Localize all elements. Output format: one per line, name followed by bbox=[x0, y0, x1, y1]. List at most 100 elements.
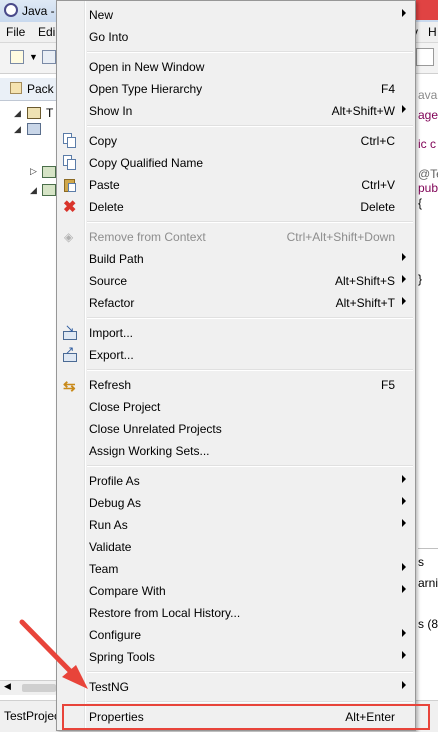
menu-separator bbox=[87, 51, 413, 53]
status-text: TestProjec bbox=[4, 709, 61, 723]
menu-item-label: Close Project bbox=[89, 400, 161, 414]
menu-item-copy-qualified-name[interactable]: Copy Qualified Name bbox=[57, 152, 415, 174]
menu-item-label: Compare With bbox=[89, 584, 166, 598]
menu-item-shortcut: Delete bbox=[360, 200, 395, 214]
expand-triangle-icon[interactable]: ◢ bbox=[14, 124, 21, 135]
code-line: publ bbox=[418, 181, 438, 195]
expand-triangle-icon[interactable]: ◢ bbox=[30, 185, 37, 196]
horizontal-scrollbar[interactable]: ◀ bbox=[0, 680, 60, 695]
menu-item-assign-working-sets[interactable]: Assign Working Sets... bbox=[57, 440, 415, 462]
refresh-icon: ⇆ bbox=[63, 378, 76, 395]
menu-item-label: Close Unrelated Projects bbox=[89, 422, 222, 436]
menu-item-source[interactable]: Source Alt+Shift+S bbox=[57, 270, 415, 292]
menu-item-shortcut: Ctrl+Alt+Shift+Down bbox=[286, 230, 395, 244]
menu-item-label: Build Path bbox=[89, 252, 144, 266]
menu-item-label: Open Type Hierarchy bbox=[89, 82, 203, 96]
menu-item-label: Export... bbox=[89, 348, 134, 362]
menu-item-close-project[interactable]: Close Project bbox=[57, 396, 415, 418]
menu-item-label: Profile As bbox=[89, 474, 140, 488]
scrollbar-thumb[interactable] bbox=[22, 684, 56, 692]
close-window-button[interactable] bbox=[416, 0, 438, 20]
expand-triangle-icon[interactable]: ◢ bbox=[14, 108, 21, 119]
scroll-left-icon[interactable]: ◀ bbox=[4, 681, 11, 692]
submenu-arrow-icon bbox=[402, 105, 406, 113]
package-explorer-tab[interactable]: Pack bbox=[0, 78, 60, 101]
submenu-arrow-icon bbox=[402, 651, 406, 659]
menu-item-team[interactable]: Team bbox=[57, 558, 415, 580]
menu-item-delete[interactable]: ✖ Delete Delete bbox=[57, 196, 415, 218]
menu-item-label: Paste bbox=[89, 178, 120, 192]
submenu-arrow-icon bbox=[402, 519, 406, 527]
menu-item-label: Copy bbox=[89, 134, 118, 148]
menu-item-import[interactable]: ↘ Import... bbox=[57, 322, 415, 344]
collapse-triangle-icon[interactable]: ▷ bbox=[30, 166, 37, 177]
menu-item-label: Go Into bbox=[89, 30, 129, 44]
submenu-arrow-icon bbox=[402, 297, 406, 305]
package-explorer-icon bbox=[10, 82, 22, 94]
menu-edit[interactable]: Edi bbox=[38, 25, 55, 39]
menu-item-label: Source bbox=[89, 274, 128, 288]
menu-separator bbox=[87, 317, 413, 319]
menu-item-new[interactable]: New bbox=[57, 4, 415, 26]
menu-item-label: Delete bbox=[89, 200, 124, 214]
menu-item-testng[interactable]: TestNG bbox=[57, 676, 415, 698]
project-folder-icon bbox=[27, 107, 41, 119]
chevron-down-icon[interactable]: ▼ bbox=[29, 52, 38, 62]
tree-row-child-2[interactable]: ▷ bbox=[0, 163, 60, 181]
menu-item-label: Assign Working Sets... bbox=[89, 444, 210, 458]
menu-help[interactable]: H bbox=[428, 25, 437, 39]
menu-item-debug-as[interactable]: Debug As bbox=[57, 492, 415, 514]
copy-icon bbox=[62, 133, 78, 149]
code-line: ic c bbox=[418, 137, 436, 151]
import-icon: ↘ bbox=[62, 323, 78, 341]
menu-item-open-in-new-window[interactable]: Open in New Window bbox=[57, 56, 415, 78]
perspective-icon[interactable] bbox=[416, 48, 434, 66]
code-line: } bbox=[418, 272, 423, 286]
menu-file[interactable]: File bbox=[6, 25, 25, 39]
menu-item-validate[interactable]: Validate bbox=[57, 536, 415, 558]
menu-item-label: Import... bbox=[89, 326, 134, 340]
code-line: age bbox=[418, 108, 438, 122]
package-explorer-tab-label: Pack bbox=[27, 82, 54, 96]
submenu-arrow-icon bbox=[402, 681, 406, 689]
menu-item-label: Copy Qualified Name bbox=[89, 156, 204, 170]
menu-item-remove-from-context[interactable]: ◈ Remove from Context Ctrl+Alt+Shift+Down bbox=[57, 226, 415, 248]
menu-item-spring-tools[interactable]: Spring Tools bbox=[57, 646, 415, 668]
menu-separator bbox=[87, 221, 413, 223]
new-file-icon[interactable] bbox=[10, 50, 24, 64]
menu-item-refresh[interactable]: ⇆ Refresh F5 bbox=[57, 374, 415, 396]
menu-item-build-path[interactable]: Build Path bbox=[57, 248, 415, 270]
tree-row-child-1[interactable]: ◢ bbox=[0, 120, 60, 138]
menu-separator bbox=[87, 671, 413, 673]
menu-separator bbox=[87, 369, 413, 371]
menu-item-label: Open in New Window bbox=[89, 60, 205, 74]
context-menu: New Go Into Open in New Window Open Type Hi… bbox=[56, 0, 416, 731]
menu-item-label: Team bbox=[89, 562, 119, 576]
menu-item-configure[interactable]: Configure bbox=[57, 624, 415, 646]
menu-item-open-type-hierarchy[interactable]: Open Type Hierarchy F4 bbox=[57, 78, 415, 100]
menu-item-go-into[interactable]: Go Into bbox=[57, 26, 415, 48]
menu-item-run-as[interactable]: Run As bbox=[57, 514, 415, 536]
menu-item-label: Configure bbox=[89, 628, 142, 642]
menu-item-paste[interactable]: Paste Ctrl+V bbox=[57, 174, 415, 196]
save-icon[interactable] bbox=[42, 50, 56, 64]
tree-row-child-3[interactable]: ◢ bbox=[0, 181, 60, 199]
menu-item-export[interactable]: ↗ Export... bbox=[57, 344, 415, 366]
submenu-arrow-icon bbox=[402, 585, 406, 593]
menu-item-copy[interactable]: Copy Ctrl+C bbox=[57, 130, 415, 152]
menu-item-shortcut: Ctrl+C bbox=[360, 134, 395, 148]
menu-item-show-in[interactable]: Show In Alt+Shift+W bbox=[57, 100, 415, 122]
menu-item-restore-from-local-history[interactable]: Restore from Local History... bbox=[57, 602, 415, 624]
menu-item-close-unrelated-projects[interactable]: Close Unrelated Projects bbox=[57, 418, 415, 440]
menu-separator bbox=[87, 465, 413, 467]
menu-item-profile-as[interactable]: Profile As bbox=[57, 470, 415, 492]
menu-item-shortcut: Alt+Shift+W bbox=[331, 104, 395, 118]
menu-item-refactor[interactable]: Refactor Alt+Shift+T bbox=[57, 292, 415, 314]
menu-separator bbox=[87, 125, 413, 127]
menu-item-label: Refactor bbox=[89, 296, 135, 310]
menu-item-shortcut: Ctrl+V bbox=[361, 178, 395, 192]
menu-item-compare-with[interactable]: Compare With bbox=[57, 580, 415, 602]
submenu-arrow-icon bbox=[402, 9, 406, 17]
menu-item-label: Validate bbox=[89, 540, 132, 554]
menu-item-label: Run As bbox=[89, 518, 128, 532]
